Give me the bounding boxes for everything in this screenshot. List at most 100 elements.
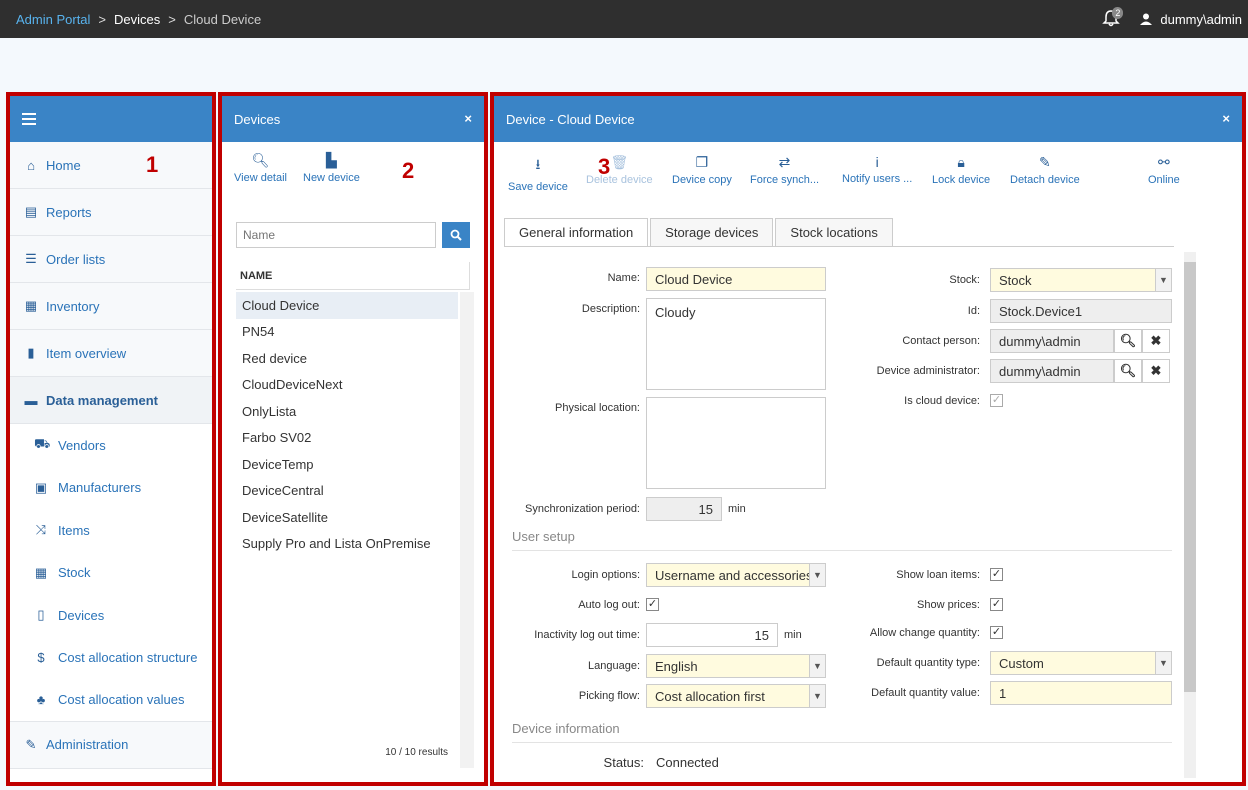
printer-icon: ▤ [24, 204, 38, 219]
list-item[interactable]: DeviceCentral [236, 478, 458, 505]
stock-label: Stock: [949, 274, 980, 286]
breadcrumb-devices[interactable]: Devices [114, 12, 160, 27]
device-administrator-field[interactable]: dummy\admin [990, 359, 1114, 383]
sidebar-item-item-overview[interactable]: ▮ Item overview [10, 330, 212, 377]
list-item[interactable]: Cloud Device [236, 292, 458, 319]
sidebar-item-label: Stock [58, 565, 91, 581]
contact-clear-button[interactable]: ✖ [1142, 329, 1170, 353]
button-label: New device [303, 172, 360, 184]
show-prices-label: Show prices: [917, 599, 980, 611]
list-item[interactable]: DeviceSatellite [236, 504, 458, 531]
tab-storage-devices[interactable]: Storage devices [650, 218, 774, 246]
document-icon: ▦ [24, 298, 38, 313]
delete-device-button[interactable]: 🗑︎ Delete device [586, 154, 653, 186]
list-item[interactable]: Supply Pro and Lista OnPremise [236, 531, 458, 558]
show-prices-checkbox[interactable]: ✓ [990, 598, 1003, 611]
device-copy-button[interactable]: ❐ Device copy [672, 154, 732, 186]
stock-select[interactable]: Stock ▼ [990, 268, 1172, 292]
device-information-section-title: Device information [512, 721, 1172, 743]
search-button[interactable] [442, 222, 470, 248]
close-icon[interactable]: × [464, 111, 472, 126]
sidebar-item-inventory[interactable]: ▦ Inventory [10, 283, 212, 330]
list-item[interactable]: PN54 [236, 319, 458, 346]
user-menu[interactable]: dummy\admin [1140, 12, 1242, 27]
list-item[interactable]: Red device [236, 345, 458, 372]
hamburger-menu-icon[interactable] [22, 113, 36, 125]
sidebar-item-data-management[interactable]: ▬ Data management [10, 377, 212, 424]
button-label: Notify users ... [842, 173, 913, 185]
inactivity-log-out-time-label: Inactivity log out time: [534, 629, 640, 641]
new-device-button[interactable]: ▙ New device [303, 152, 360, 212]
column-header-name[interactable]: NAME [236, 262, 470, 290]
sidebar-item-label: Home [46, 157, 81, 173]
allow-change-quantity-checkbox[interactable]: ✓ [990, 626, 1003, 639]
sidebar-subitem-stock[interactable]: ▦ Stock [10, 551, 212, 594]
default-quantity-type-select[interactable]: Custom ▼ [990, 651, 1172, 675]
annotation-number-1: 1 [146, 152, 159, 177]
devices-panel-header: Devices × [222, 96, 484, 142]
close-icon[interactable]: × [1222, 111, 1230, 126]
sidebar-item-order-lists[interactable]: ☰ Order lists [10, 236, 212, 283]
online-button[interactable]: ⚯ Online [1148, 154, 1180, 186]
search-icon [450, 229, 462, 241]
sidebar-subitem-cost-allocation-values[interactable]: ♣ Cost allocation values [10, 679, 212, 722]
language-value: English [655, 658, 698, 674]
list-item[interactable]: CloudDeviceNext [236, 372, 458, 399]
administrator-search-button[interactable]: 🔍︎ [1114, 359, 1142, 383]
sidebar-item-reports[interactable]: ▤ Reports [10, 189, 212, 236]
sidebar-subitem-items[interactable]: ⤨ Items [10, 509, 212, 552]
lock-device-button[interactable]: 🔒︎ Lock device [932, 154, 990, 186]
inactivity-log-out-time-field[interactable]: 15 [646, 623, 778, 647]
detach-device-button[interactable]: ✎ Detach device [1010, 154, 1080, 186]
sidebar-subitem-cost-allocation-structure[interactable]: $ Cost allocation structure [10, 636, 212, 679]
login-options-select[interactable]: Username and accessories ▼ [646, 563, 826, 587]
briefcase-icon: ▬ [24, 392, 38, 408]
physical-location-textarea[interactable] [646, 397, 826, 489]
picking-flow-select[interactable]: Cost allocation first ▼ [646, 684, 826, 708]
list-item[interactable]: OnlyLista [236, 398, 458, 425]
tab-stock-locations[interactable]: Stock locations [775, 218, 893, 246]
sidebar-subitem-manufacturers[interactable]: ▣ Manufacturers [10, 466, 212, 509]
save-device-button[interactable]: ⭳ Save device [508, 154, 568, 193]
devices-list-scrollbar[interactable] [460, 292, 474, 768]
description-textarea[interactable]: Cloudy [646, 298, 826, 390]
language-select[interactable]: English ▼ [646, 654, 826, 678]
detail-scrollbar[interactable] [1184, 252, 1196, 778]
tree-icon: ♣ [36, 692, 46, 708]
device-detail-panel: Device - Cloud Device × ⭳ Save device 🗑︎… [490, 92, 1246, 786]
tab-general-information[interactable]: General information [504, 218, 649, 246]
auto-log-out-label: Auto log out: [578, 599, 640, 611]
sidebar-item-home[interactable]: ⌂ Home 1 [10, 142, 212, 189]
breadcrumb-admin-portal[interactable]: Admin Portal [16, 12, 90, 27]
sidebar-subitem-vendors[interactable]: ⛟ Vendors [10, 424, 212, 467]
sidebar-item-label: Items [58, 522, 90, 538]
notification-bell-icon[interactable]: 2 [1102, 7, 1124, 29]
contact-person-field[interactable]: dummy\admin [990, 329, 1114, 353]
is-cloud-device-checkbox: ✓ [990, 394, 1003, 407]
search-row [236, 222, 484, 248]
device-administrator-label: Device administrator: [876, 365, 980, 377]
show-loan-items-checkbox[interactable]: ✓ [990, 568, 1003, 581]
language-label: Language: [588, 660, 640, 672]
button-label: Delete device [586, 174, 653, 186]
exchange-icon: ⇄ [778, 154, 791, 170]
synchronization-period-field[interactable]: 15 [646, 497, 722, 521]
name-field[interactable]: Cloud Device [646, 267, 826, 291]
sidebar-item-administration[interactable]: ✎ Administration [10, 721, 212, 769]
contact-person-label: Contact person: [902, 335, 980, 347]
sidebar-subitem-devices[interactable]: ▯ Devices [10, 594, 212, 637]
list-item[interactable]: Farbo SV02 [236, 425, 458, 452]
info-icon: i [875, 154, 879, 170]
view-detail-button[interactable]: 🔍︎ View detail [234, 152, 287, 212]
force-synch-button[interactable]: ⇄ Force synch... [750, 154, 819, 186]
auto-log-out-checkbox[interactable]: ✓ [646, 598, 659, 611]
button-label: Online [1148, 174, 1180, 186]
administrator-clear-button[interactable]: ✖ [1142, 359, 1170, 383]
default-quantity-value-field[interactable]: 1 [990, 681, 1172, 705]
contact-search-button[interactable]: 🔍︎ [1114, 329, 1142, 353]
name-search-input[interactable] [236, 222, 436, 248]
list-item[interactable]: DeviceTemp [236, 451, 458, 478]
scrollbar-thumb[interactable] [1184, 262, 1196, 692]
notify-users-button[interactable]: i Notify users ... [842, 154, 912, 185]
default-quantity-value-label: Default quantity value: [871, 687, 980, 699]
